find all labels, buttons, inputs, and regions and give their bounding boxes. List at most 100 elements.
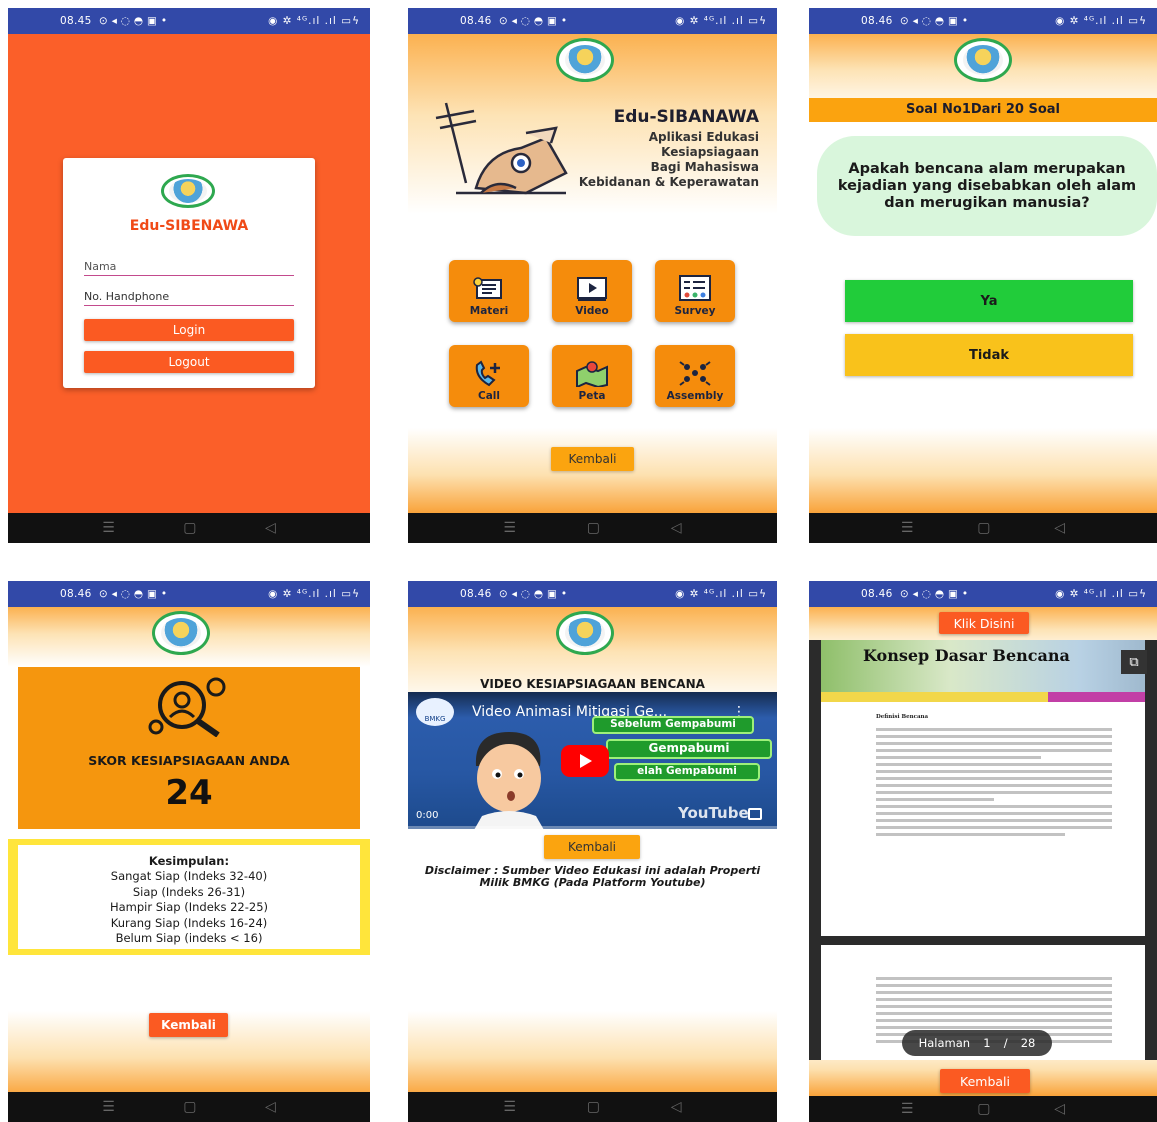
name-field[interactable]: Nama <box>84 260 294 276</box>
score-value: 24 <box>165 773 213 813</box>
screen-score: 08.46 ⊙ ◂ ◌ ◓ ▣ • ◉ ✲ ⁴ᴳ.ıl .ıl ▭ϟ SKOR … <box>8 581 370 1122</box>
conclusion-line: Belum Siap (indeks < 16) <box>115 931 263 945</box>
back-button[interactable]: Kembali <box>940 1069 1030 1093</box>
answer-no-button[interactable]: Tidak <box>845 334 1133 376</box>
system-nav-bar: ☰ ▢ ◁ <box>408 1092 777 1122</box>
system-nav-bar: ☰ ▢ ◁ <box>809 513 1157 543</box>
home-subtitle-3: Bagi Mahasiswa <box>650 160 759 174</box>
menu-peta-button[interactable]: Peta <box>552 345 632 407</box>
home-nav-icon[interactable]: ▢ <box>977 520 990 536</box>
banner: Konsep Dasar Bencana <box>821 640 1145 702</box>
status-bar: 08.46 ⊙ ◂ ◌ ◓ ▣ • ◉ ✲ ⁴ᴳ.ıl .ıl ▭ϟ <box>408 8 777 34</box>
menu-nav-icon[interactable]: ☰ <box>901 520 914 536</box>
back-nav-icon[interactable]: ◁ <box>671 520 682 536</box>
fullscreen-icon[interactable] <box>748 808 762 820</box>
survey-form-icon <box>679 275 711 301</box>
menu-materi-button[interactable]: Materi <box>449 260 529 322</box>
page-separator: / <box>1003 1036 1008 1050</box>
screen-video: 08.46 ⊙ ◂ ◌ ◓ ▣ • ◉ ✲ ⁴ᴳ.ıl .ıl ▭ϟ VIDEO… <box>408 581 777 1122</box>
pdf-page-1: Konsep Dasar Bencana ⧉ Definisi Bencana <box>821 640 1147 936</box>
open-external-icon[interactable]: ⧉ <box>1121 650 1147 674</box>
home-subtitle-1: Aplikasi Edukasi <box>648 130 759 144</box>
pdf-viewer[interactable]: Konsep Dasar Bencana ⧉ Definisi Bencana <box>809 640 1157 1060</box>
video-chip: Sebelum Gempabumi <box>592 716 754 734</box>
system-nav-bar: ☰ ▢ ◁ <box>809 1096 1157 1122</box>
menu-video-button[interactable]: Video <box>552 260 632 322</box>
conclusion-title: Kesimpulan: <box>148 854 230 868</box>
status-bar: 08.46 ⊙ ◂ ◌ ◓ ▣ • ◉ ✲ ⁴ᴳ.ıl .ıl ▭ϟ <box>809 8 1157 34</box>
question-text: Apakah bencana alam merupakan kejadian y… <box>837 160 1137 211</box>
conclusion-line: Siap (Indeks 26-31) <box>132 884 246 899</box>
answer-yes-button[interactable]: Ya <box>845 280 1133 322</box>
home-nav-icon[interactable]: ▢ <box>977 1101 990 1117</box>
question-counter: Soal No1Dari 20 Soal <box>809 98 1157 122</box>
video-page-title: VIDEO KESIAPSIAGAAN BENCANA <box>480 677 705 691</box>
home-nav-icon[interactable]: ▢ <box>183 1099 196 1115</box>
question-bubble: Apakah bencana alam merupakan kejadian y… <box>817 136 1157 236</box>
back-nav-icon[interactable]: ◁ <box>1054 1101 1065 1117</box>
conclusion-panel: Kesimpulan: Sangat Siap (Indeks 32-40) S… <box>8 839 370 955</box>
page-label: Halaman <box>918 1036 971 1050</box>
menu-nav-icon[interactable]: ☰ <box>503 520 516 536</box>
status-bar: 08.45 ⊙ ◂ ◌ ◓ ▣ • ◉ ✲ ⁴ᴳ.ıl .ıl ▭ϟ <box>8 8 370 34</box>
login-button[interactable]: Login <box>84 319 294 341</box>
screen-quiz: 08.46 ⊙ ◂ ◌ ◓ ▣ • ◉ ✲ ⁴ᴳ.ıl .ıl ▭ϟ Soal … <box>809 8 1157 543</box>
search-person-icon <box>148 677 226 737</box>
back-nav-icon[interactable]: ◁ <box>1054 520 1065 536</box>
system-nav-bar: ☰ ▢ ◁ <box>408 513 777 543</box>
screen-document: 08.46 ⊙ ◂ ◌ ◓ ▣ • ◉ ✲ ⁴ᴳ.ıl .ıl ▭ϟ Klik … <box>809 581 1157 1122</box>
phone-field[interactable]: No. Handphone <box>84 290 294 306</box>
play-button[interactable] <box>561 745 609 777</box>
menu-assembly-button[interactable]: Assembly <box>655 345 735 407</box>
home-nav-icon[interactable]: ▢ <box>587 1099 600 1115</box>
menu-nav-icon[interactable]: ☰ <box>102 520 115 536</box>
page-current: 1 <box>983 1036 991 1050</box>
back-button[interactable]: Kembali <box>544 835 640 859</box>
channel-badge: BMKG <box>416 698 454 726</box>
logout-button[interactable]: Logout <box>84 351 294 373</box>
home-nav-icon[interactable]: ▢ <box>587 520 600 536</box>
system-nav-bar: ☰ ▢ ◁ <box>8 513 370 543</box>
menu-nav-icon[interactable]: ☰ <box>901 1101 914 1117</box>
back-nav-icon[interactable]: ◁ <box>265 1099 276 1115</box>
conclusion-line: Kurang Siap (Indeks 16-24) <box>110 915 268 930</box>
conclusion-line: Sangat Siap (Indeks 32-40) <box>110 869 268 883</box>
menu-call-button[interactable]: Call <box>449 345 529 407</box>
disclaimer-text: Disclaimer : Sumber Video Edukasi ini ad… <box>424 864 761 889</box>
video-chip: elah Gempabumi <box>614 763 760 781</box>
status-bar: 08.46 ⊙ ◂ ◌ ◓ ▣ • ◉ ✲ ⁴ᴳ.ıl .ıl ▭ϟ <box>408 581 777 607</box>
assembly-people-icon <box>679 361 711 386</box>
home-title: Edu-SIBANAWA <box>613 107 759 127</box>
home-subtitle-4: Kebidanan & Keperawatan <box>578 175 759 189</box>
app-logo-icon <box>161 174 215 208</box>
video-time: 0:00 <box>416 810 439 821</box>
video-chip: Gempabumi <box>606 739 772 759</box>
phone-call-icon <box>475 360 500 387</box>
app-logo-icon <box>556 38 614 82</box>
app-name: Edu-SIBENAWA <box>129 218 249 234</box>
menu-nav-icon[interactable]: ☰ <box>102 1099 115 1115</box>
page-total: 28 <box>1020 1036 1036 1050</box>
menu-survey-button[interactable]: Survey <box>655 260 735 322</box>
app-logo-icon <box>152 611 210 655</box>
map-pin-icon <box>576 361 608 387</box>
back-button[interactable]: Kembali <box>551 447 634 471</box>
youtube-player[interactable]: BMKG Video Animasi Mitigasi Ge... ⋮ Sebe… <box>408 692 777 829</box>
system-nav-bar: ☰ ▢ ◁ <box>8 1092 370 1122</box>
screen-home: 08.46 ⊙ ◂ ◌ ◓ ▣ • ◉ ✲ ⁴ᴳ.ıl .ıl ▭ϟ Edu-S… <box>408 8 777 543</box>
conclusion-line: Hampir Siap (Indeks 22-25) <box>109 900 269 914</box>
home-nav-icon[interactable]: ▢ <box>183 520 196 536</box>
back-nav-icon[interactable]: ◁ <box>265 520 276 536</box>
app-logo-icon <box>954 38 1012 82</box>
back-nav-icon[interactable]: ◁ <box>671 1099 682 1115</box>
login-card: Edu-SIBENAWA Nama No. Handphone Login Lo… <box>63 158 315 388</box>
back-button[interactable]: Kembali <box>149 1013 228 1037</box>
klik-disini-button[interactable]: Klik Disini <box>939 612 1029 634</box>
cartoon-character <box>474 732 544 829</box>
screen-login: 08.45 ⊙ ◂ ◌ ◓ ▣ • ◉ ✲ ⁴ᴳ.ıl .ıl ▭ϟ Edu-S… <box>8 8 370 543</box>
video-player-icon <box>577 277 607 301</box>
menu-nav-icon[interactable]: ☰ <box>503 1099 516 1115</box>
page-indicator: Halaman 1 / 28 <box>902 1030 1052 1056</box>
body-text-lines <box>876 724 1112 840</box>
book-icon <box>473 277 502 299</box>
